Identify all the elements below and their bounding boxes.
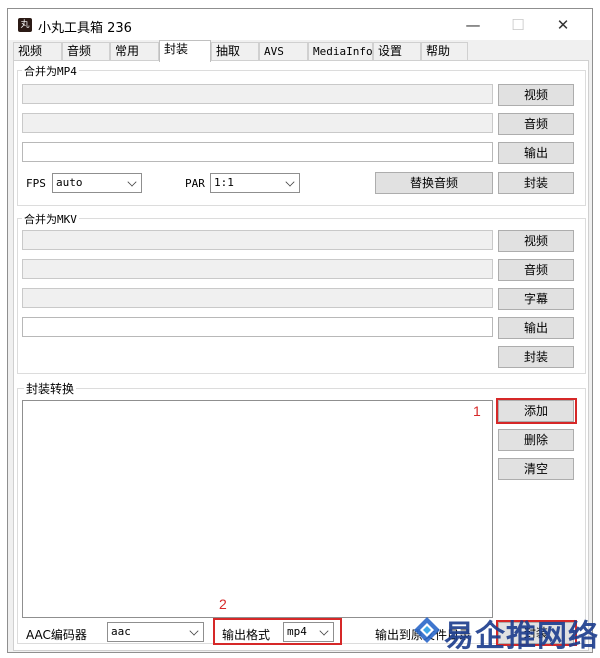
mkv-video-button[interactable]: 视频 (498, 230, 574, 252)
output-format-select[interactable]: mp4 (283, 622, 334, 642)
delete-button[interactable]: 删除 (498, 429, 574, 451)
annotation-1: 1 (473, 403, 481, 419)
aac-encoder-value: aac (111, 625, 131, 638)
mp4-group-title: 合并为MP4 (22, 63, 79, 79)
mkv-audio-button[interactable]: 音频 (498, 259, 574, 281)
mp4-output-field[interactable] (22, 142, 493, 162)
tab-settings[interactable]: 设置 (373, 42, 421, 61)
aac-encoder-select[interactable]: aac (107, 622, 204, 642)
mp4-video-button[interactable]: 视频 (498, 84, 574, 106)
mp4-mux-button[interactable]: 封装 (498, 172, 574, 194)
mp4-audio-button[interactable]: 音频 (498, 113, 574, 135)
tab-extract[interactable]: 抽取 (211, 42, 259, 61)
mkv-subtitle-button[interactable]: 字幕 (498, 288, 574, 310)
chevron-down-icon (127, 177, 137, 187)
tab-help[interactable]: 帮助 (421, 42, 468, 61)
chevron-down-icon (319, 626, 329, 636)
fps-select[interactable]: auto (52, 173, 142, 193)
mkv-group-title: 合并为MKV (22, 211, 79, 227)
watermark-text: 易企推网络 (444, 619, 599, 654)
tab-mux[interactable]: 封装 (159, 40, 211, 62)
annotation-2: 2 (219, 596, 227, 612)
convert-group-title: 封装转换 (24, 380, 77, 397)
output-format-label: 输出格式 (222, 628, 271, 642)
replace-audio-button[interactable]: 替换音频 (375, 172, 493, 194)
mkv-output-button[interactable]: 输出 (498, 317, 574, 339)
close-icon[interactable]: ✕ (548, 14, 578, 36)
mp4-video-field[interactable] (22, 84, 493, 104)
tab-avs[interactable]: AVS (259, 42, 308, 61)
aac-encoder-label: AAC编码器 (26, 628, 87, 642)
tab-mediainfo[interactable]: MediaInfo (308, 42, 373, 61)
maximize-icon: ☐ (511, 16, 525, 34)
clear-button[interactable]: 清空 (498, 458, 574, 480)
par-value: 1:1 (214, 176, 234, 189)
title-bar: 丸 小丸工具箱 236 — ☐ ✕ (8, 9, 592, 40)
mkv-mux-button[interactable]: 封装 (498, 346, 574, 368)
mkv-output-field[interactable] (22, 317, 493, 337)
window-title: 小丸工具箱 236 (38, 21, 132, 36)
par-label: PAR (185, 177, 205, 190)
mkv-audio-field[interactable] (22, 259, 493, 279)
mkv-video-field[interactable] (22, 230, 493, 250)
app-icon: 丸 (18, 18, 32, 32)
tab-audio[interactable]: 音频 (62, 42, 110, 61)
mp4-audio-field[interactable] (22, 113, 493, 133)
file-list[interactable] (22, 400, 493, 618)
chevron-down-icon (189, 626, 199, 636)
chevron-down-icon (285, 177, 295, 187)
minimize-icon[interactable]: — (458, 14, 488, 36)
mkv-subtitle-field[interactable] (22, 288, 493, 308)
tab-video[interactable]: 视频 (13, 42, 62, 61)
tab-common[interactable]: 常用 (110, 42, 159, 61)
watermark-logo-icon (414, 617, 440, 643)
mp4-output-button[interactable]: 输出 (498, 142, 574, 164)
fps-label: FPS (26, 177, 46, 190)
par-select[interactable]: 1:1 (210, 173, 300, 193)
highlight-add-box (496, 398, 577, 424)
output-format-value: mp4 (287, 625, 307, 638)
fps-value: auto (56, 176, 83, 189)
